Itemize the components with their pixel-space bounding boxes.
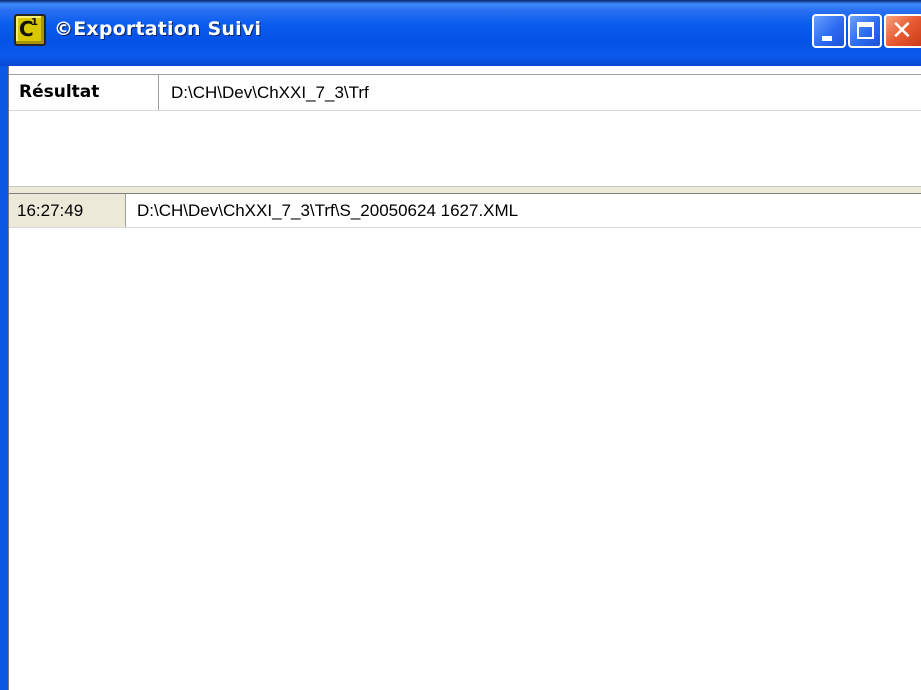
result-path[interactable]: D:\CH\Dev\ChXXI_7_3\Trf [171, 75, 369, 110]
table-row[interactable]: 16:27:49 D:\CH\Dev\ChXXI_7_3\Trf\S_20050… [9, 194, 921, 228]
app-icon[interactable]: C 1 [14, 14, 46, 46]
result-row[interactable]: Résultat D:\CH\Dev\ChXXI_7_3\Trf [9, 75, 921, 111]
log-time-cell[interactable]: 16:27:49 [9, 194, 126, 227]
close-button[interactable]: ✕ [884, 14, 921, 48]
minimize-icon [822, 36, 832, 41]
result-grid[interactable]: Résultat D:\CH\Dev\ChXXI_7_3\Trf [9, 74, 921, 186]
maximize-button[interactable] [848, 14, 882, 48]
minimize-button[interactable] [812, 14, 846, 48]
log-file-cell[interactable]: D:\CH\Dev\ChXXI_7_3\Trf\S_20050624 1627.… [137, 194, 518, 227]
log-grid[interactable]: 16:27:49 D:\CH\Dev\ChXXI_7_3\Trf\S_20050… [9, 194, 921, 690]
app-icon-glyph-small: 1 [31, 17, 38, 28]
title-bar[interactable]: C 1 ©Exportation Suivi ✕ [0, 0, 921, 66]
client-area: Résultat D:\CH\Dev\ChXXI_7_3\Trf 16:27:4… [8, 66, 921, 690]
export-window: C 1 ©Exportation Suivi ✕ Résultat D:\CH\… [0, 0, 921, 690]
result-label: Résultat [9, 75, 159, 110]
close-icon: ✕ [891, 16, 913, 46]
pane-splitter[interactable] [9, 186, 921, 194]
maximize-icon [857, 22, 874, 39]
window-title: ©Exportation Suivi [54, 18, 262, 40]
